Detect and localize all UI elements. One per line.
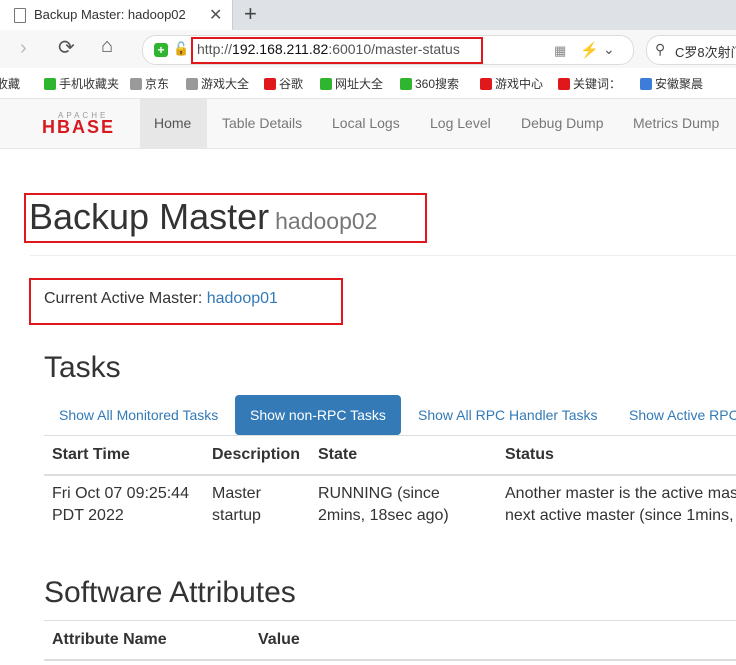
master-highlight-box (29, 278, 343, 325)
bookmark-item[interactable]: 关键词： (558, 75, 621, 92)
table-top-rule (44, 435, 736, 436)
tab-close-icon[interactable]: ✕ (209, 5, 222, 25)
bookmark-label: 收藏 (0, 77, 21, 91)
col-state: State (318, 446, 358, 463)
bookmark-item[interactable]: 网址大全 (320, 75, 383, 92)
nav-home[interactable]: Home (154, 115, 191, 131)
bookmark-icon (44, 78, 56, 90)
forward-icon[interactable]: › (20, 37, 27, 60)
bookmarks-bar: 收藏 手机收藏夹 京东 游戏大全 谷歌 网址大全 360搜索 游戏中心 关键词： 安徽聚晨 (0, 68, 736, 99)
bookmark-label: 手机收藏夹 (59, 77, 120, 91)
bookmark-icon (130, 78, 142, 90)
search-input[interactable]: ⚲ C罗8次射门 (646, 35, 736, 65)
col-status: Status (505, 446, 554, 463)
nav-local-logs[interactable]: Local Logs (332, 115, 400, 131)
lock-icon: 🔓 (173, 41, 190, 56)
tasks-heading: Tasks (44, 351, 121, 384)
bookmark-label: 关键词： (573, 77, 622, 91)
bookmark-label: 安徽聚晨 (655, 77, 704, 91)
url-highlight-box (191, 37, 483, 64)
tab-title: Backup Master: hadoop02 (34, 7, 186, 22)
col-description: Description (212, 446, 301, 463)
bookmark-item[interactable]: 游戏大全 (186, 75, 249, 92)
reload-icon[interactable]: ⟳ (58, 35, 75, 60)
nav-table-details[interactable]: Table Details (222, 115, 302, 131)
bookmark-label: 游戏中心 (495, 77, 544, 91)
qr-code-icon[interactable]: ▦ (554, 43, 566, 59)
bookmark-icon (400, 78, 412, 90)
chevron-down-icon[interactable]: ⌄ (603, 41, 615, 58)
page-icon (14, 8, 26, 23)
bookmark-icon (320, 78, 332, 90)
cell-start-time: Fri Oct 07 09:25:44 PDT 2022 (52, 485, 189, 524)
hbase-logo[interactable]: APACHE HBASE (42, 111, 127, 137)
new-tab-icon[interactable]: + (244, 1, 257, 27)
bookmark-icon (640, 78, 652, 90)
bookmark-item[interactable]: 京东 (130, 75, 169, 92)
nav-debug-dump[interactable]: Debug Dump (521, 115, 604, 131)
cell-description: Master startup (212, 485, 261, 524)
filter-active-rpc[interactable]: Show Active RPC (629, 395, 736, 435)
filter-non-rpc[interactable]: Show non-RPC Tasks (235, 395, 401, 435)
nav-log-level[interactable]: Log Level (430, 115, 491, 131)
nav-metrics-dump[interactable]: Metrics Dump (633, 115, 719, 131)
browser-tab-bar: Backup Master: hadoop02 ✕ + (0, 0, 736, 30)
filter-all-rpc-handler[interactable]: Show All RPC Handler Tasks (418, 395, 597, 435)
hbase-navbar: APACHE HBASE Home Table Details Local Lo… (0, 99, 736, 149)
security-shield-icon[interactable]: + (154, 43, 168, 57)
bookmark-item[interactable]: 手机收藏夹 (44, 75, 119, 92)
filter-all-monitored[interactable]: Show All Monitored Tasks (59, 395, 218, 435)
bookmark-icon (186, 78, 198, 90)
lightning-icon[interactable]: ⚡ (580, 41, 599, 59)
home-icon[interactable]: ⌂ (101, 35, 113, 58)
cell-status: Another master is the active mas next act… (505, 485, 736, 524)
bookmark-label: 360搜索 (415, 77, 460, 91)
divider (30, 255, 736, 256)
col-value: Value (258, 631, 300, 648)
search-icon: ⚲ (655, 41, 666, 57)
table-header-rule (44, 474, 736, 476)
bookmark-item[interactable]: 游戏中心 (480, 75, 543, 92)
software-header-rule (44, 659, 736, 661)
cell-state: RUNNING (since 2mins, 18sec ago) (318, 485, 449, 524)
software-table-top-rule (44, 620, 736, 621)
bookmark-item[interactable]: 安徽聚晨 (640, 75, 703, 92)
bookmark-label: 京东 (145, 77, 170, 91)
bookmark-label: 游戏大全 (201, 77, 250, 91)
bookmark-item[interactable]: 360搜索 (400, 75, 459, 92)
title-highlight-box (24, 193, 427, 243)
bookmark-icon (480, 78, 492, 90)
software-attributes-heading: Software Attributes (44, 576, 296, 609)
bookmark-icon (558, 78, 570, 90)
bookmark-label: 谷歌 (279, 77, 304, 91)
col-start-time: Start Time (52, 446, 130, 463)
col-attribute-name: Attribute Name (52, 631, 167, 648)
bookmark-item[interactable]: 收藏 (0, 75, 20, 92)
browser-tab[interactable]: Backup Master: hadoop02 ✕ (0, 0, 233, 30)
logo-hbase-text: HBASE (42, 117, 116, 137)
bookmark-item[interactable]: 谷歌 (264, 75, 303, 92)
bookmark-icon (264, 78, 276, 90)
search-text: C罗8次射门 (675, 45, 736, 60)
bookmark-label: 网址大全 (335, 77, 384, 91)
